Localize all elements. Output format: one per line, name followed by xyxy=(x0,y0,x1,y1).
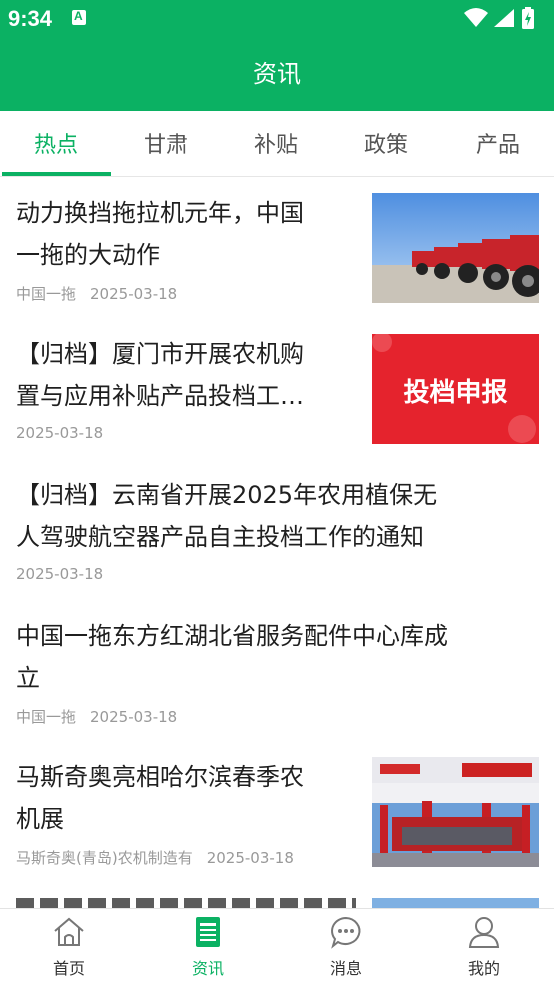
list-item[interactable]: 动力换挡拖拉机元年，中国 一拖的大动作 中国一拖 2025-03-18 xyxy=(0,178,554,319)
thumbnail-caption: 投档申报 xyxy=(403,378,508,408)
article-date: 2025-03-18 xyxy=(16,424,104,442)
article-meta: 中国一拖 2025-03-18 xyxy=(16,283,177,304)
article-title-line1: 马斯奇奥亮相哈尔滨春季农 xyxy=(16,763,304,791)
user-icon xyxy=(468,917,500,948)
page-title: 资讯 xyxy=(253,60,301,88)
article-title-line1: 【归档】厦门市开展农机购 xyxy=(16,340,304,368)
status-bar: 9:34 A xyxy=(0,0,554,36)
nav-messages[interactable]: 消息 xyxy=(296,915,396,979)
article-thumbnail xyxy=(372,898,539,908)
article-meta: 中国一拖 2025-03-18 xyxy=(16,706,177,727)
article-meta: 2025-03-18 xyxy=(16,565,103,583)
wifi-icon xyxy=(464,8,488,27)
notification-icon: A xyxy=(72,9,86,25)
list-item[interactable]: 【归档】厦门市开展农机购 置与应用补贴产品投档工… 2025-03-18 投档申… xyxy=(0,319,554,460)
article-title-line1: 动力换挡拖拉机元年，中国 xyxy=(16,199,304,227)
article-list: 动力换挡拖拉机元年，中国 一拖的大动作 中国一拖 2025-03-18 【归档】… xyxy=(0,178,554,908)
nav-news[interactable]: 资讯 xyxy=(158,915,258,979)
nav-label: 资讯 xyxy=(191,959,224,978)
article-date: 2025-03-18 xyxy=(90,285,178,303)
article-thumbnail xyxy=(372,757,539,867)
nav-label: 首页 xyxy=(52,959,85,978)
nav-home[interactable]: 首页 xyxy=(19,915,119,979)
tab-product[interactable]: 产品 xyxy=(443,127,553,159)
list-item[interactable]: 【归档】云南省开展2025年农用植保无 人驾驶航空器产品自主投档工作的通知 20… xyxy=(0,460,554,601)
article-title-clipped xyxy=(16,898,356,908)
article-date: 2025-03-18 xyxy=(16,565,104,583)
article-title-line2: 机展 xyxy=(16,805,64,833)
article-source: 中国一拖 xyxy=(16,708,77,726)
article-title-line1: 中国一拖东方红湖北省服务配件中心库成 xyxy=(16,622,448,650)
nav-profile[interactable]: 我的 xyxy=(434,915,534,979)
list-item[interactable]: 马斯奇奥亮相哈尔滨春季农 机展 马斯奇奥(青岛)农机制造有 2025-03-18 xyxy=(0,742,554,883)
article-meta: 马斯奇奥(青岛)农机制造有 2025-03-18 xyxy=(16,847,294,868)
article-title-line2: 一拖的大动作 xyxy=(16,241,160,269)
news-icon xyxy=(196,917,220,947)
list-item[interactable]: 中国一拖东方红湖北省服务配件中心库成 立 中国一拖 2025-03-18 xyxy=(0,601,554,742)
signal-icon xyxy=(494,9,514,27)
status-time: 9:34 xyxy=(8,6,53,31)
message-icon xyxy=(331,916,361,949)
nav-label: 消息 xyxy=(329,959,362,978)
app-header: 9:34 A 资讯 xyxy=(0,0,554,111)
nav-label: 我的 xyxy=(467,959,500,978)
article-title-line1: 【归档】云南省开展2025年农用植保无 xyxy=(16,481,438,509)
tab-policy[interactable]: 政策 xyxy=(331,127,441,159)
tab-hot[interactable]: 热点 xyxy=(1,127,111,159)
article-title-line2: 置与应用补贴产品投档工… xyxy=(16,382,304,410)
tab-subsidy[interactable]: 补贴 xyxy=(221,127,331,159)
home-icon xyxy=(54,917,84,946)
battery-icon xyxy=(522,7,534,29)
article-date: 2025-03-18 xyxy=(206,849,294,867)
tab-gansu[interactable]: 甘肃 xyxy=(111,127,221,159)
article-thumbnail xyxy=(372,193,539,303)
article-date: 2025-03-18 xyxy=(90,708,178,726)
article-source: 中国一拖 xyxy=(16,285,77,303)
article-title-line2: 人驾驶航空器产品自主投档工作的通知 xyxy=(16,523,424,551)
active-tab-indicator xyxy=(2,172,111,176)
article-source: 马斯奇奥(青岛)农机制造有 xyxy=(16,849,193,867)
article-meta: 2025-03-18 xyxy=(16,424,103,442)
bottom-navigation: 首页 资讯 消息 我的 xyxy=(0,908,554,986)
list-item-partial[interactable] xyxy=(0,883,554,908)
article-thumbnail: 投档申报 xyxy=(372,334,539,444)
article-title-line2: 立 xyxy=(16,664,40,692)
status-indicators xyxy=(464,7,544,29)
category-tabs: 热点 甘肃 补贴 政策 产品 xyxy=(0,111,554,177)
